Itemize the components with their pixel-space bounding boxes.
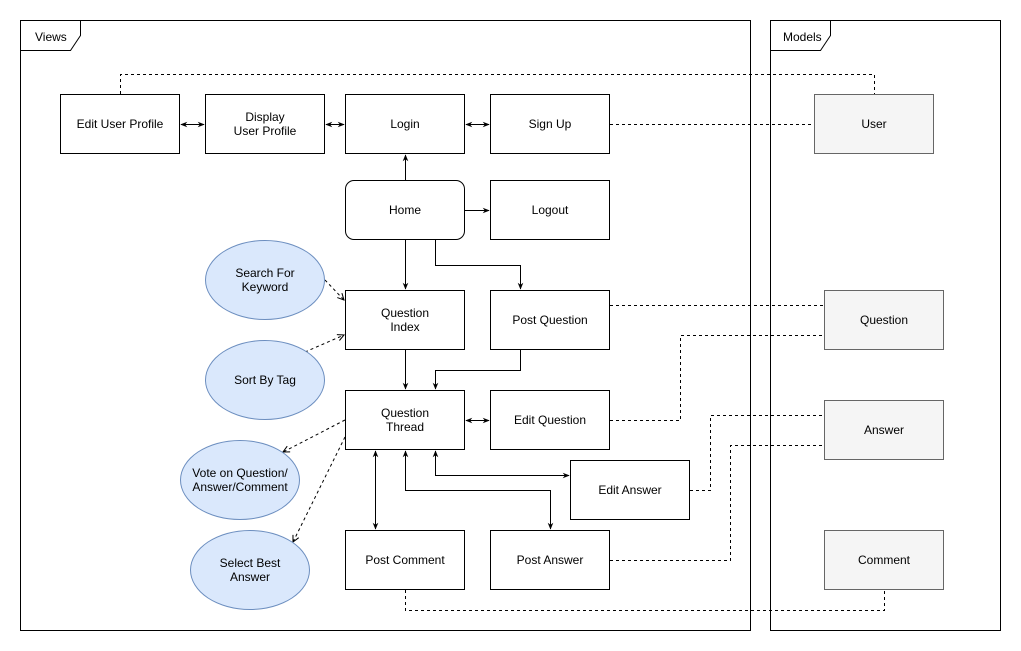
post-comment-model-link — [405, 590, 885, 611]
view-post-answer[interactable]: Post Answer — [490, 530, 610, 590]
sort-question-index-edge — [304, 335, 344, 353]
views-frame-label: Views — [35, 30, 67, 44]
view-login[interactable]: Login — [345, 94, 465, 154]
action-vote[interactable]: Vote on Question/ Answer/Comment — [180, 440, 300, 520]
view-edit-user-profile[interactable]: Edit User Profile — [60, 94, 180, 154]
thread-vote-edge — [283, 419, 346, 452]
model-question[interactable]: Question — [824, 290, 944, 350]
thread-select-best-edge — [293, 436, 346, 542]
view-home[interactable]: Home — [345, 180, 465, 240]
post-question-thread-edge — [432, 350, 521, 390]
edit-profile-user-link — [120, 74, 875, 94]
action-select-best-answer[interactable]: Select Best Answer — [190, 530, 310, 610]
action-search-keyword[interactable]: Search For Keyword — [205, 240, 325, 320]
diagram-canvas: Views Models Edit User Profile Display U… — [0, 0, 1021, 651]
view-edit-question[interactable]: Edit Question — [490, 390, 610, 450]
view-display-user-profile[interactable]: Display User Profile — [205, 94, 325, 154]
edit-answer-model-link — [690, 415, 824, 491]
home-post-question-edge — [435, 240, 524, 290]
thread-post-answer-edge — [402, 450, 554, 530]
view-sign-up[interactable]: Sign Up — [490, 94, 610, 154]
action-sort-by-tag[interactable]: Sort By Tag — [205, 340, 325, 420]
models-frame-label: Models — [783, 30, 822, 44]
view-logout[interactable]: Logout — [490, 180, 610, 240]
view-post-comment[interactable]: Post Comment — [345, 530, 465, 590]
view-post-question[interactable]: Post Question — [490, 290, 610, 350]
search-question-index-edge — [324, 279, 344, 300]
model-answer[interactable]: Answer — [824, 400, 944, 460]
model-user[interactable]: User — [814, 94, 934, 154]
view-question-thread[interactable]: Question Thread — [345, 390, 465, 450]
model-comment[interactable]: Comment — [824, 530, 944, 590]
view-edit-answer[interactable]: Edit Answer — [570, 460, 690, 520]
thread-edit-answer-edge — [432, 450, 570, 479]
edit-question-model-link — [610, 335, 824, 421]
view-question-index[interactable]: Question Index — [345, 290, 465, 350]
